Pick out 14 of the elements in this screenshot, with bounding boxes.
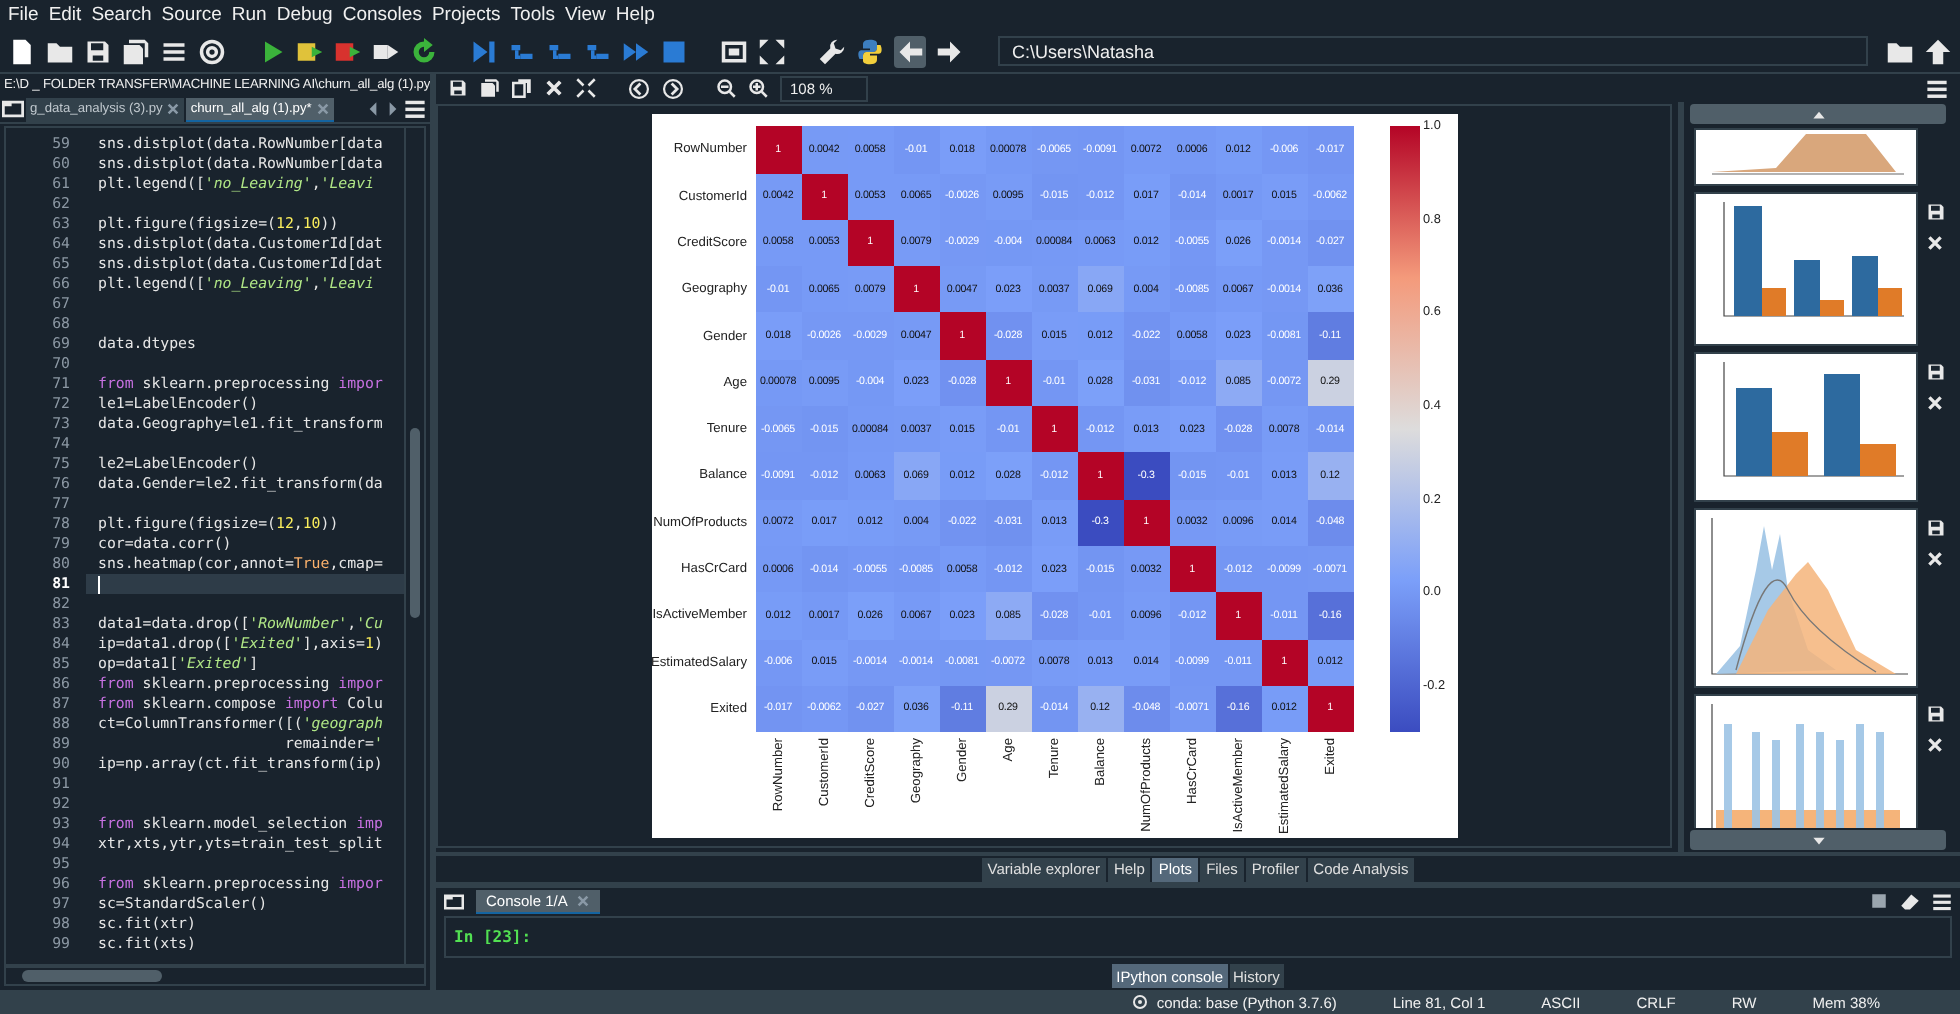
menu-item[interactable]: Run (231, 4, 267, 27)
menu-item[interactable]: Consoles (342, 4, 422, 27)
menu-item[interactable]: Help (615, 4, 655, 27)
menu-item[interactable]: View (564, 4, 606, 27)
menu-item[interactable]: Tools (510, 4, 555, 27)
console-input[interactable]: In [23]: (444, 916, 1952, 959)
menu-item[interactable]: File (8, 4, 39, 27)
menu-item[interactable]: Search (91, 4, 152, 27)
menu-item[interactable]: Edit (48, 4, 82, 27)
menu-item[interactable]: Debug (276, 4, 333, 27)
path-field[interactable]: C:\Users\Natasha (998, 36, 1868, 67)
console-prompt: In [23]: (454, 928, 532, 947)
menu-item[interactable]: Projects (431, 4, 501, 27)
menu-item[interactable]: Source (161, 4, 222, 27)
